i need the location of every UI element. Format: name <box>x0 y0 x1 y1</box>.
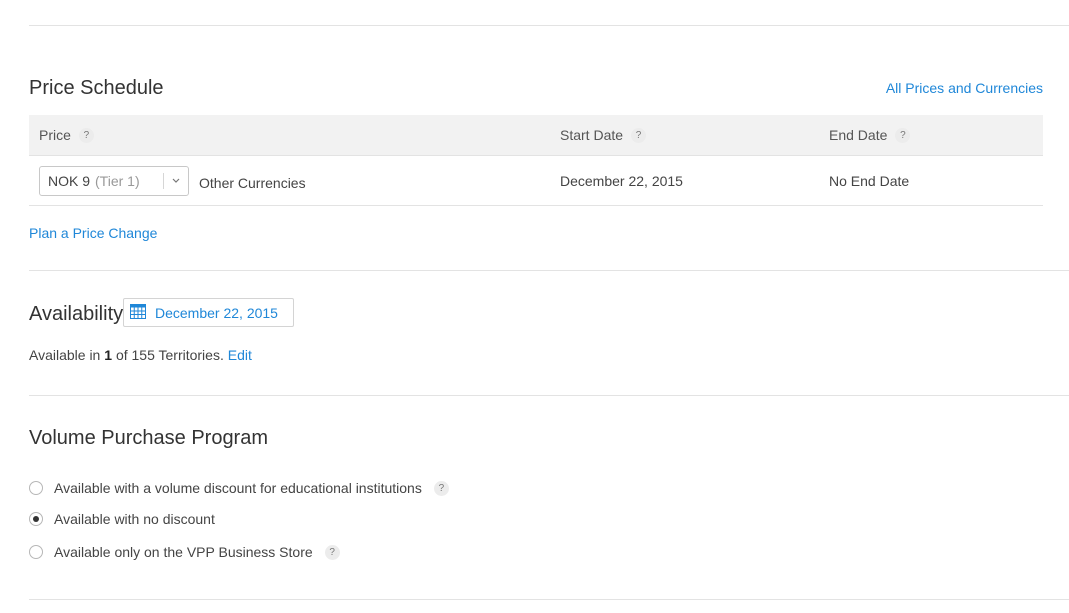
help-icon[interactable]: ? <box>433 480 449 496</box>
table-row: NOK 9 (Tier 1) Other Currencies December… <box>29 155 1043 206</box>
divider <box>29 270 1069 271</box>
availability-prefix: Available in <box>29 347 101 363</box>
vpp-option-label: Available with a volume discount for edu… <box>54 480 422 496</box>
divider <box>29 395 1069 396</box>
table-header: Price ? Start Date ? End Date ? <box>29 115 1043 155</box>
vpp-option-label: Available with no discount <box>54 511 215 527</box>
end-date-value: No End Date <box>829 173 910 189</box>
availability-title: Availability <box>29 303 124 325</box>
price-schedule-title: Price Schedule <box>29 77 164 99</box>
vpp-option-no-discount[interactable]: Available with no discount <box>29 511 215 527</box>
column-header-end-date: End Date ? <box>829 115 911 155</box>
vpp-option-label: Available only on the VPP Business Store <box>54 544 313 560</box>
column-label-price: Price <box>39 127 71 143</box>
column-label-start-date: Start Date <box>560 127 624 143</box>
price-tier-select[interactable]: NOK 9 (Tier 1) <box>39 166 189 196</box>
availability-suffix: of 155 Territories. <box>115 347 224 363</box>
availability-date-picker[interactable]: December 22, 2015 <box>123 298 294 327</box>
price-tier: (Tier 1) <box>95 173 140 189</box>
availability-date: December 22, 2015 <box>155 304 278 321</box>
column-header-price: Price ? <box>39 115 94 155</box>
price-schedule-table: Price ? Start Date ? End Date ? NOK 9 (T… <box>29 115 1043 206</box>
edit-territories-link[interactable]: Edit <box>228 347 252 363</box>
plan-price-change-link[interactable]: Plan a Price Change <box>29 225 157 241</box>
availability-count: 1 <box>104 347 113 363</box>
chevron-down-icon <box>172 171 180 194</box>
radio-button[interactable] <box>29 545 43 559</box>
divider <box>29 599 1069 600</box>
help-icon[interactable]: ? <box>78 127 94 143</box>
help-icon[interactable]: ? <box>324 544 340 560</box>
vpp-option-business-store[interactable]: Available only on the VPP Business Store… <box>29 544 340 560</box>
availability-territories-text: Available in 1 of 155 Territories. Edit <box>29 347 252 363</box>
vpp-title: Volume Purchase Program <box>29 427 269 449</box>
price-value: NOK 9 <box>48 173 91 189</box>
radio-button-selected[interactable] <box>29 512 43 526</box>
column-label-end-date: End Date <box>829 127 888 143</box>
calendar-icon <box>130 303 146 322</box>
start-date-value: December 22, 2015 <box>560 173 683 189</box>
other-currencies-link[interactable]: Other Currencies <box>199 158 306 208</box>
divider <box>29 25 1069 26</box>
help-icon[interactable]: ? <box>895 127 911 143</box>
all-prices-and-currencies-link[interactable]: All Prices and Currencies <box>886 80 1043 96</box>
vpp-option-educational[interactable]: Available with a volume discount for edu… <box>29 480 449 496</box>
radio-button[interactable] <box>29 481 43 495</box>
help-icon[interactable]: ? <box>631 127 647 143</box>
select-separator <box>163 173 164 189</box>
column-header-start-date: Start Date ? <box>560 115 647 155</box>
